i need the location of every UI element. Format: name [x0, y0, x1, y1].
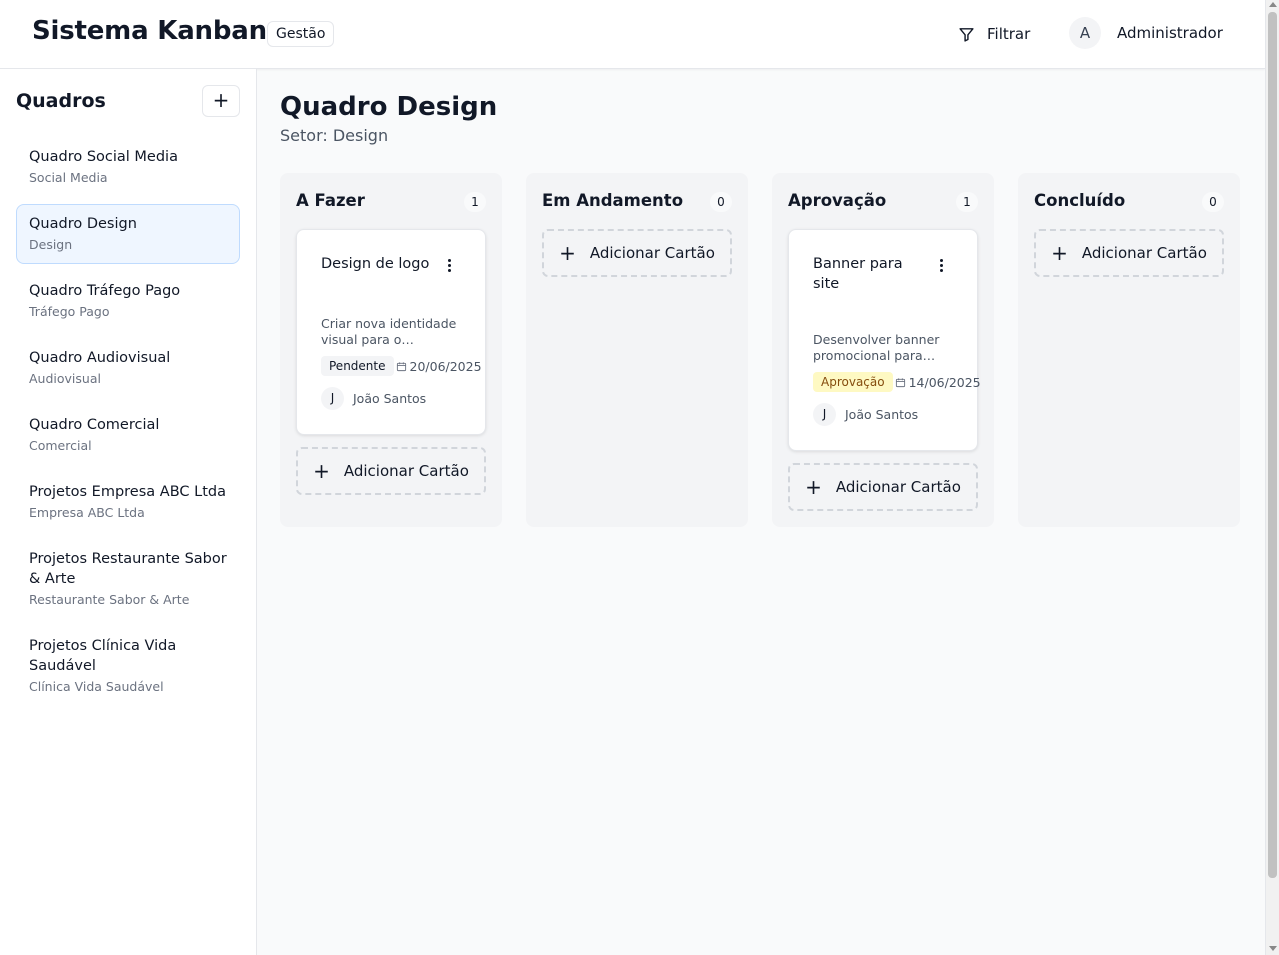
add-card-label: Adicionar Cartão [589, 244, 715, 262]
card-title: Banner para site [813, 256, 903, 292]
sidebar-board-item[interactable]: Quadro Comercial Comercial [16, 405, 240, 465]
app-header: Sistema Kanban Gestão Filtrar A Administ… [0, 0, 1265, 69]
avatar: J [813, 403, 836, 426]
filter-label: Filtrar [987, 25, 1031, 43]
due-date-text: 14/06/2025 [908, 374, 981, 390]
filter-button[interactable]: Filtrar [948, 16, 1040, 52]
avatar: A [1069, 17, 1101, 49]
due-date-text: 20/06/2025 [409, 358, 482, 374]
board-sector: Audiovisual [29, 371, 101, 386]
scrollbar-thumb[interactable] [1268, 12, 1277, 878]
status-badge: Pendente [321, 356, 394, 376]
card-description: Criar nova identidade visual para o… [321, 316, 457, 347]
board-sector: Tráfego Pago [29, 304, 110, 319]
card-meta: Aprovação 14/06/2025 [813, 372, 981, 392]
board-name: Quadro Audiovisual [29, 350, 171, 366]
sidebar-board-item[interactable]: Quadro Tráfego Pago Tráfego Pago [16, 271, 240, 331]
sidebar-board-item[interactable]: Projetos Clínica Vida Saudável Clínica Vi… [16, 626, 240, 706]
column-count: 0 [710, 192, 732, 212]
column-a-fazer: A Fazer 1 Design de logo Criar nova iden… [280, 173, 502, 527]
plus-icon: + [1051, 241, 1068, 265]
board-sector: Clínica Vida Saudável [29, 679, 164, 694]
page-title: Quadro Design [280, 92, 498, 122]
plus-icon: + [313, 459, 330, 483]
card-assignee: J João Santos [813, 403, 918, 426]
sidebar: Quadros + Quadro Social Media Social Medi… [0, 69, 257, 955]
sidebar-board-item[interactable]: Quadro Design Design [16, 204, 240, 264]
page-scrollbar[interactable] [1265, 0, 1279, 955]
filter-icon [959, 27, 974, 42]
add-card-button[interactable]: + Adicionar Cartão [296, 447, 486, 495]
more-vertical-icon[interactable] [935, 257, 947, 275]
add-board-button[interactable]: + [202, 85, 240, 117]
card-meta: Pendente 20/06/2025 [321, 356, 482, 376]
column-em-andamento: Em Andamento 0 + Adicionar Cartão [526, 173, 748, 527]
add-card-label: Adicionar Cartão [1081, 244, 1207, 262]
board-name: Projetos Restaurante Sabor & Arte [29, 551, 227, 587]
app-badge: Gestão [267, 21, 335, 47]
sidebar-title: Quadros [16, 90, 106, 112]
app-title: Sistema Kanban [32, 16, 267, 46]
add-card-button[interactable]: + Adicionar Cartão [788, 463, 978, 511]
card-assignee: J João Santos [321, 387, 426, 410]
board-name: Quadro Design [29, 216, 137, 232]
sidebar-board-item[interactable]: Quadro Audiovisual Audiovisual [16, 338, 240, 398]
avatar: J [321, 387, 344, 410]
add-card-label: Adicionar Cartão [835, 478, 961, 496]
column-title: Concluído [1034, 191, 1126, 210]
card-description: Desenvolver banner promocional para… [813, 332, 940, 363]
board-name: Projetos Empresa ABC Ltda [29, 484, 226, 500]
column-title: A Fazer [296, 191, 365, 210]
board-sector: Empresa ABC Ltda [29, 505, 145, 520]
column-title: Em Andamento [542, 191, 684, 210]
calendar-icon [895, 377, 905, 387]
plus-icon: + [559, 241, 576, 265]
plus-icon: + [805, 475, 822, 499]
column-title: Aprovação [788, 191, 887, 210]
due-date: 20/06/2025 [396, 359, 482, 374]
column-count: 1 [956, 192, 978, 212]
user-name: Administrador [1117, 24, 1223, 42]
assignee-name: João Santos [845, 407, 919, 422]
board-sector: Restaurante Sabor & Arte [29, 592, 190, 607]
user-menu[interactable]: A Administrador [1069, 17, 1223, 49]
board-list: Quadro Social Media Social Media Quadro De… [16, 137, 240, 713]
sidebar-board-item[interactable]: Quadro Social Media Social Media [16, 137, 240, 197]
due-date: 14/06/2025 [895, 375, 981, 390]
board-sector: Design [29, 237, 73, 252]
board-name: Quadro Tráfego Pago [29, 283, 181, 299]
board-name: Quadro Comercial [29, 417, 160, 433]
column-count: 0 [1202, 192, 1224, 212]
add-card-button[interactable]: + Adicionar Cartão [1034, 229, 1224, 277]
board-name: Projetos Clínica Vida Saudável [29, 638, 177, 674]
scroll-up-icon[interactable] [1269, 2, 1277, 7]
card-title: Design de logo [321, 256, 430, 272]
more-vertical-icon[interactable] [443, 257, 455, 275]
assignee-name: João Santos [353, 391, 427, 406]
column-count: 1 [464, 192, 486, 212]
board-name: Quadro Social Media [29, 149, 178, 165]
board-sector: Comercial [29, 438, 92, 453]
add-card-button[interactable]: + Adicionar Cartão [542, 229, 732, 277]
calendar-icon [396, 361, 406, 371]
add-card-label: Adicionar Cartão [343, 462, 469, 480]
sidebar-board-item[interactable]: Projetos Restaurante Sabor & Arte Restaur… [16, 539, 240, 619]
page-subtitle: Setor: Design [280, 126, 389, 145]
column-concluido: Concluído 0 + Adicionar Cartão [1018, 173, 1240, 527]
task-card[interactable]: Banner para site Desenvolver banner prom… [788, 229, 981, 451]
sidebar-board-item[interactable]: Projetos Empresa ABC Ltda Empresa ABC Ltd… [16, 472, 240, 532]
column-aprovacao: Aprovação 1 Banner para site Desenvolver… [772, 173, 994, 527]
board-sector: Social Media [29, 170, 108, 185]
task-card[interactable]: Design de logo Criar nova identidade vis… [296, 229, 486, 435]
scroll-down-icon[interactable] [1269, 946, 1277, 951]
status-badge: Aprovação [813, 372, 893, 392]
